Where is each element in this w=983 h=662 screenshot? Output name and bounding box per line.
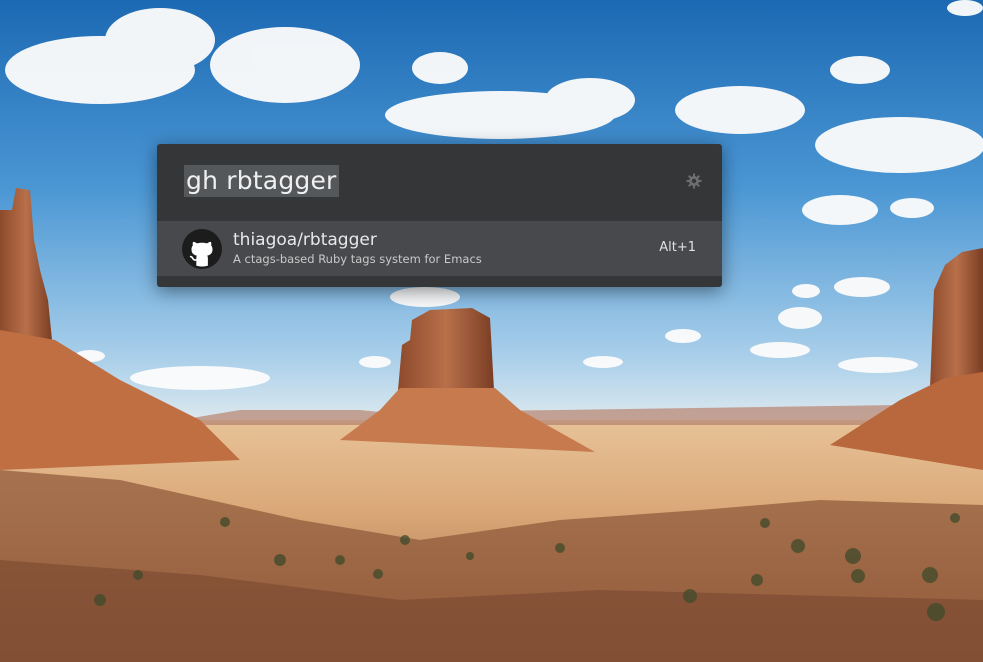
launcher-window: gh rbtagger thiagoa/rbtagger A ctags-bas… — [157, 144, 722, 287]
gear-icon[interactable] — [686, 173, 702, 189]
query-row: gh rbtagger — [157, 144, 722, 221]
desktop: gh rbtagger thiagoa/rbtagger A ctags-bas… — [0, 0, 983, 662]
desktop-wallpaper — [0, 0, 983, 662]
result-title: thiagoa/rbtagger — [233, 230, 377, 250]
search-input[interactable]: gh rbtagger — [184, 165, 339, 197]
result-item[interactable]: thiagoa/rbtagger A ctags-based Ruby tags… — [157, 221, 722, 276]
result-shortcut: Alt+1 — [659, 240, 696, 255]
github-icon — [182, 229, 222, 269]
result-description: A ctags-based Ruby tags system for Emacs — [233, 252, 482, 266]
